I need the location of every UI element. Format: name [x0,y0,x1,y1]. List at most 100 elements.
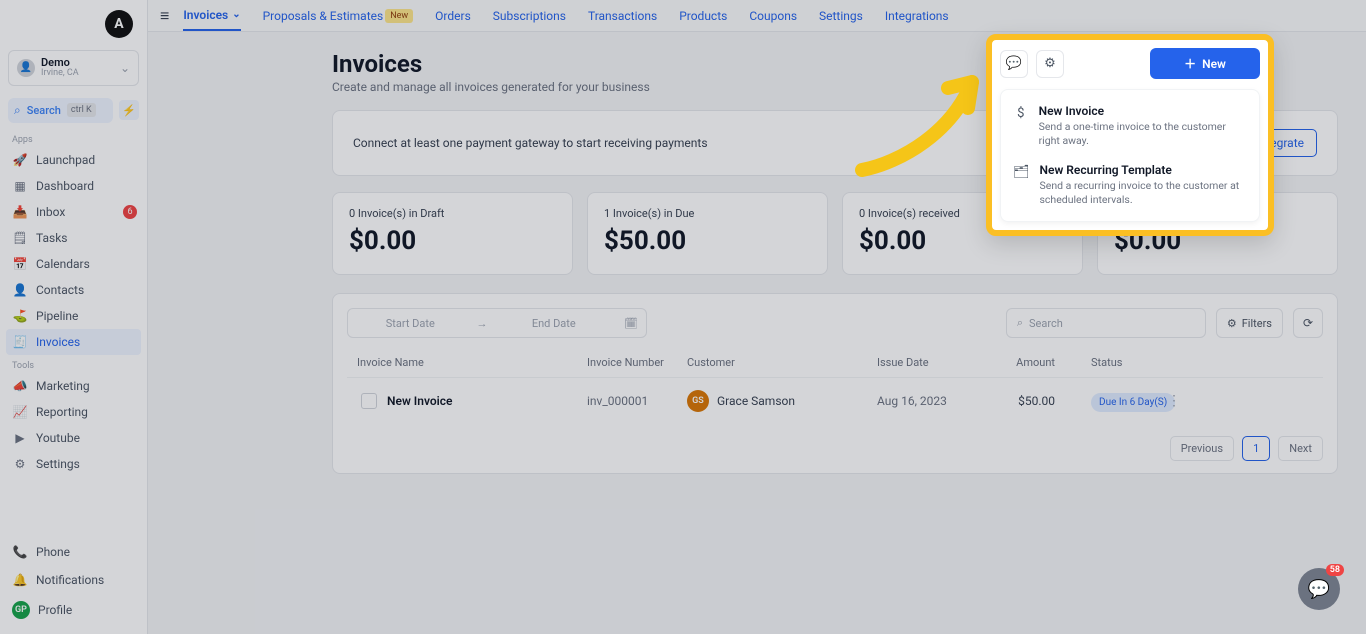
tab-coupons[interactable]: Coupons [749,0,797,31]
table-row[interactable]: New Invoiceinv_000001GSGrace SamsonAug 1… [347,378,1323,424]
start-date-placeholder: Start Date [348,317,473,330]
tab-settings[interactable]: Settings [819,0,863,31]
next-page-button[interactable]: Next [1278,436,1323,461]
plus-icon: ＋ [1184,55,1196,72]
stat-label: 0 Invoice(s) in Draft [349,207,556,220]
end-date-placeholder: End Date [492,317,617,330]
stat-value: $0.00 [349,226,556,256]
chat-badge: 58 [1326,564,1344,576]
filter-icon: ⚙ [1227,317,1237,330]
refresh-button[interactable]: ⟳ [1293,308,1323,338]
nav-icon: 👤 [12,283,28,297]
nav-label: Profile [38,603,72,617]
sidebar-item-phone[interactable]: 📞Phone [0,538,147,566]
menu-item-icon: $ [1013,104,1029,147]
col-number: Invoice Number [581,356,681,369]
stat-card: 0 Invoice(s) in Draft $0.00 [332,192,573,275]
tab-label: Coupons [749,9,797,23]
sidebar-item-notifications[interactable]: 🔔Notifications [0,566,147,594]
stat-card: 1 Invoice(s) in Due$50.00 [587,192,828,275]
sidebar-item-invoices[interactable]: 🧾Invoices [6,329,141,355]
nav-icon: 📣 [12,379,28,393]
table-search-input[interactable]: ⌕ Search [1006,308,1206,338]
nav-icon: 📥 [12,205,28,219]
sidebar-item-youtube[interactable]: ▶ Youtube [0,425,147,451]
tab-products[interactable]: Products [679,0,727,31]
tab-label: Orders [435,9,471,23]
nav-label: Tasks [36,231,68,245]
row-checkbox[interactable] [361,393,377,409]
search-icon: ⌕ [14,103,21,118]
prev-page-button[interactable]: Previous [1170,436,1234,461]
tab-subscriptions[interactable]: Subscriptions [493,0,566,31]
nav-icon: ▶ [12,431,28,445]
nav-label: Invoices [36,335,80,349]
menu-item-title: New Invoice [1039,104,1247,118]
tab-proposals-estimates[interactable]: Proposals & EstimatesNew [263,0,414,31]
row-amount: $50.00 [971,394,1061,408]
account-switcher[interactable]: 👤 Demo Irvine, CA ⌄ [8,50,139,86]
chevron-down-icon: ⌄ [120,61,130,75]
nav-label: Launchpad [36,153,95,167]
nav-label: Youtube [36,431,80,445]
row-date: Aug 16, 2023 [871,394,971,408]
tab-label: Invoices [183,8,228,22]
tab-transactions[interactable]: Transactions [588,0,657,31]
settings-button[interactable]: ⚙ [1036,50,1064,78]
nav-label: Dashboard [36,179,94,193]
sidebar-item-tasks[interactable]: 🗒Tasks [0,225,147,251]
sidebar-item-profile[interactable]: GPProfile [0,594,147,626]
menu-item-title: New Recurring Template [1040,163,1247,177]
account-avatar-icon: 👤 [17,59,35,77]
menu-item-new-recurring-template[interactable]: 🗂 New Recurring Template Send a recurring … [1005,155,1255,214]
sidebar-item-calendars[interactable]: 📅Calendars [0,251,147,277]
nav-icon: 📞 [12,545,28,559]
page-number-button[interactable]: 1 [1242,436,1270,461]
nav-label: Inbox [36,205,65,219]
new-menu-highlight: 💬 ⚙ ＋ New $ New Invoice Send a one-time in… [986,34,1274,236]
nav-icon: 📅 [12,257,28,271]
nav-label: Contacts [36,283,84,297]
tab-invoices[interactable]: Invoices⌄ [183,0,240,31]
chat-icon: 💬 [1308,579,1330,600]
tab-orders[interactable]: Orders [435,0,471,31]
menu-item-new-invoice[interactable]: $ New Invoice Send a one-time invoice to t… [1005,96,1255,155]
menu-item-icon: 🗂 [1013,163,1030,206]
customer-name: Grace Samson [717,394,795,408]
sidebar-item-launchpad[interactable]: 🚀Launchpad [0,147,147,173]
nav-label: Marketing [36,379,90,393]
brand-logo: A [105,10,133,38]
sidebar-item-reporting[interactable]: 📈Reporting [0,399,147,425]
sidebar-item-pipeline[interactable]: ⛳Pipeline [0,303,147,329]
search-icon: ⌕ [1017,316,1023,330]
menu-item-desc: Send a one-time invoice to the customer … [1039,120,1247,147]
banner-text: Connect at least one payment gateway to … [353,136,708,150]
sidebar-item-settings[interactable]: ⚙Settings [0,451,147,477]
feedback-button[interactable]: 💬 [1000,50,1028,78]
row-actions-button[interactable]: ⋮ [1167,393,1181,409]
nav-icon: ⛳ [12,309,28,323]
pagination: Previous 1 Next [347,424,1323,461]
bolt-button[interactable]: ⚡ [119,100,139,120]
section-tools-label: Tools [0,355,147,373]
new-button[interactable]: ＋ New [1150,48,1260,79]
col-name: Invoice Name [351,356,581,369]
sidebar-item-inbox[interactable]: 📥Inbox6 [0,199,147,225]
sidebar: A 👤 Demo Irvine, CA ⌄ ⌕ Search ctrl K ⚡ … [0,0,148,634]
table-search-placeholder: Search [1029,317,1063,330]
sidebar-item-dashboard[interactable]: ▦Dashboard [0,173,147,199]
new-button-label: New [1202,57,1226,71]
menu-toggle-icon[interactable]: ≡ [160,6,169,26]
sidebar-item-contacts[interactable]: 👤 Contacts [0,277,147,303]
section-apps-label: Apps [0,129,147,147]
global-search[interactable]: ⌕ Search ctrl K [8,98,113,123]
chat-fab[interactable]: 💬 58 [1298,568,1340,610]
filters-button[interactable]: ⚙ Filters [1216,308,1283,338]
invoice-table-card: Start Date → End Date 🗓 ⌕ Search ⚙ Filte… [332,293,1338,474]
date-range-picker[interactable]: Start Date → End Date 🗓 [347,308,647,338]
account-sub: Irvine, CA [41,69,114,79]
tab-integrations[interactable]: Integrations [885,0,949,31]
menu-item-desc: Send a recurring invoice to the customer… [1040,179,1247,206]
brand-row: A [0,0,147,44]
sidebar-item-marketing[interactable]: 📣 Marketing [0,373,147,399]
